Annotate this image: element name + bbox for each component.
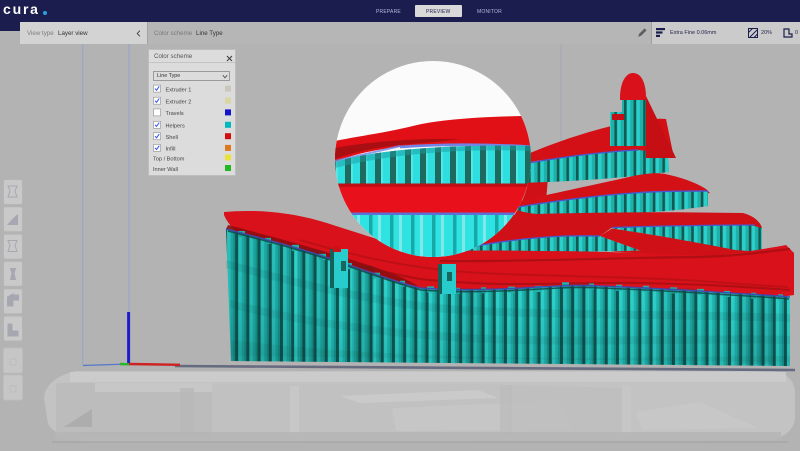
svg-text:Inner Wall: Inner Wall	[153, 167, 178, 173]
svg-text:Extruder 2: Extruder 2	[166, 99, 192, 105]
svg-text:Travels: Travels	[166, 111, 184, 117]
svg-text:Top / Bottom: Top / Bottom	[153, 156, 185, 162]
svg-text:Infill: Infill	[166, 147, 176, 153]
svg-text:Extruder 1: Extruder 1	[166, 87, 192, 93]
svg-text:Helpers: Helpers	[166, 124, 185, 130]
svg-text:Shell: Shell	[166, 135, 178, 141]
